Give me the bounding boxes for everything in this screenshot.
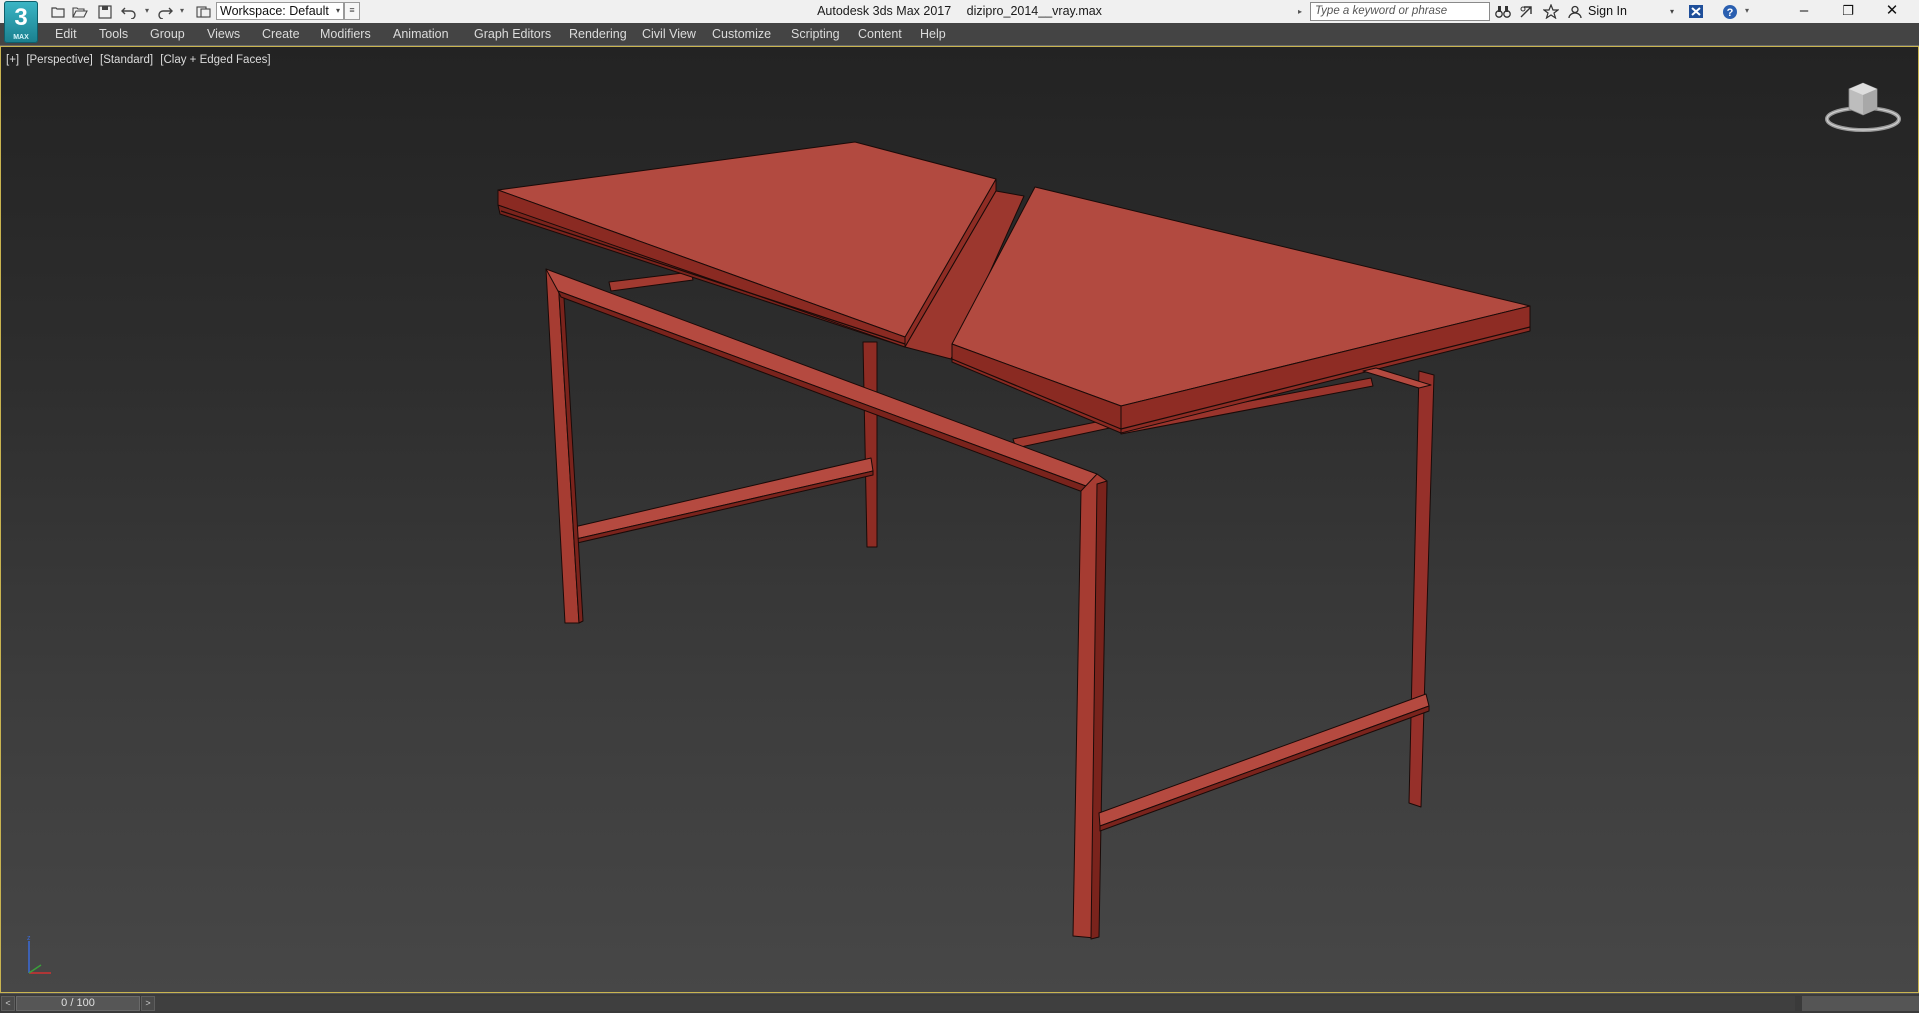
axis-tripod-icon: z <box>27 935 51 974</box>
table-top-left <box>497 141 997 338</box>
app-title: Autodesk 3ds Max 2017 <box>817 4 952 18</box>
undo-icon[interactable] <box>119 2 139 21</box>
menu-tools[interactable]: Tools <box>99 23 128 45</box>
time-slider-right-panel <box>1802 996 1919 1011</box>
redo-icon[interactable] <box>155 2 175 21</box>
right-stretcher-bottom <box>1099 705 1430 832</box>
undo-dropdown-icon[interactable]: ▾ <box>145 6 153 16</box>
workspace-label: Workspace: Default <box>220 4 329 18</box>
menu-group[interactable]: Group <box>150 23 185 45</box>
project-folder-icon[interactable] <box>193 2 213 21</box>
minimize-button[interactable]: – <box>1782 0 1826 23</box>
table-top-right <box>951 186 1531 407</box>
left-stretcher <box>573 457 874 540</box>
back-right-leg <box>1408 370 1435 808</box>
file-name: dizipro_2014__vray.max <box>966 4 1102 18</box>
communication-center-icon[interactable] <box>1517 2 1537 21</box>
menu-rendering[interactable]: Rendering <box>569 23 627 45</box>
back-top-rail <box>608 271 694 292</box>
search-placeholder: Type a keyword or phrase <box>1315 5 1448 17</box>
search-expand-icon[interactable]: ▸ <box>1298 3 1308 20</box>
table-3d-model[interactable] <box>1 47 1918 992</box>
restore-button[interactable]: ❐ <box>1826 0 1870 23</box>
chevron-down-icon[interactable]: ▾ <box>1670 7 1674 16</box>
user-icon[interactable] <box>1565 2 1585 21</box>
menu-modifiers[interactable]: Modifiers <box>320 23 371 45</box>
menu-animation[interactable]: Animation <box>393 23 449 45</box>
viewcube-icon[interactable] <box>1823 77 1903 137</box>
chevron-down-icon: ▾ <box>335 6 340 15</box>
menu-customize[interactable]: Customize <box>712 23 771 45</box>
open-file-icon[interactable] <box>70 2 90 21</box>
workspace-dropdown[interactable]: Workspace: Default ▾ <box>216 2 344 20</box>
search-input[interactable]: Type a keyword or phrase <box>1310 2 1490 21</box>
back-left-leg <box>862 341 878 548</box>
menu-graph-editors[interactable]: Graph Editors <box>474 23 551 45</box>
binoculars-icon[interactable] <box>1493 2 1513 21</box>
customize-toolbar-icon[interactable]: ≡ <box>344 2 360 20</box>
sign-in-button[interactable]: Sign In <box>1588 0 1627 23</box>
help-icon[interactable]: ? <box>1720 2 1740 21</box>
time-slider-track[interactable] <box>155 996 1795 1011</box>
close-button[interactable]: ✕ <box>1870 0 1914 23</box>
time-slider-bar: < 0 / 100 > <box>0 993 1919 1013</box>
left-stretcher-bottom <box>575 470 874 544</box>
menu-help[interactable]: Help <box>920 23 946 45</box>
menu-edit[interactable]: Edit <box>55 23 77 45</box>
right-stretcher <box>1098 693 1430 827</box>
svg-text:z: z <box>27 935 31 942</box>
redo-dropdown-icon[interactable]: ▾ <box>180 6 188 16</box>
title-bar: 3 MAX ▾ ▾ Workspace: Default ▾ ≡ Autodes… <box>0 0 1919 43</box>
help-dropdown-icon[interactable]: ▾ <box>1745 6 1753 16</box>
svg-text:?: ? <box>1727 7 1734 19</box>
new-file-icon[interactable] <box>48 2 68 21</box>
favorites-star-icon[interactable] <box>1541 2 1561 21</box>
menu-views[interactable]: Views <box>207 23 240 45</box>
menu-content[interactable]: Content <box>858 23 902 45</box>
save-icon[interactable] <box>95 2 115 21</box>
menu-scripting[interactable]: Scripting <box>791 23 840 45</box>
next-frame-button[interactable]: > <box>141 996 155 1011</box>
menu-civil-view[interactable]: Civil View <box>642 23 696 45</box>
menu-create[interactable]: Create <box>262 23 300 45</box>
previous-frame-button[interactable]: < <box>1 996 15 1011</box>
time-slider-thumb[interactable]: 0 / 100 <box>16 996 140 1011</box>
autodesk-exchange-icon[interactable] <box>1686 2 1706 21</box>
main-menu-bar: Edit Tools Group Views Create Modifiers … <box>0 23 1919 46</box>
perspective-viewport[interactable]: [+] [Perspective] [Standard] [Clay + Edg… <box>0 46 1919 993</box>
app-logo[interactable]: 3 MAX <box>4 1 38 43</box>
